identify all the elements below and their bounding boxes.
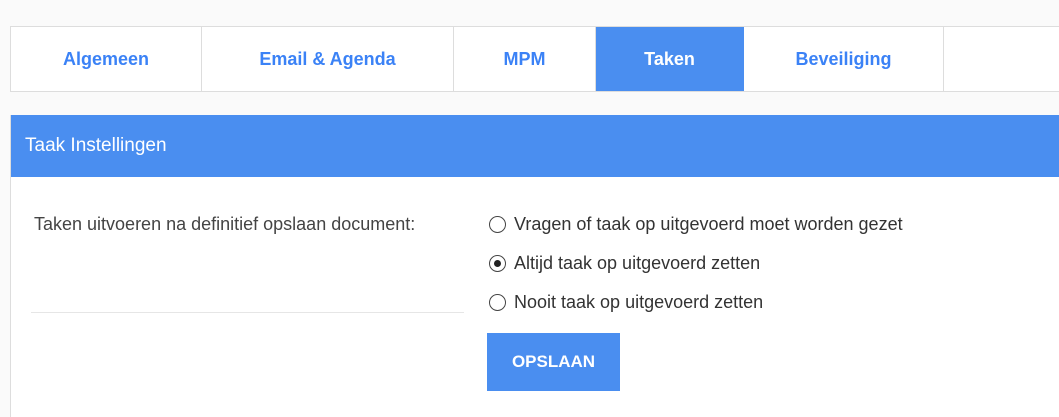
task-completion-radio-group: Vragen of taak op uitgevoerd moet worden…: [489, 205, 903, 322]
setting-label: Taken uitvoeren na definitief opslaan do…: [34, 214, 416, 234]
settings-tab-bar: Algemeen Email & Agenda MPM Taken Beveil…: [10, 26, 1059, 92]
tab-algemeen[interactable]: Algemeen: [11, 27, 202, 91]
divider: [31, 312, 464, 313]
tab-email-agenda[interactable]: Email & Agenda: [202, 27, 454, 91]
tab-mpm[interactable]: MPM: [454, 27, 596, 91]
radio-option-never[interactable]: Nooit taak op uitgevoerd zetten: [489, 283, 903, 322]
radio-option-always[interactable]: Altijd taak op uitgevoerd zetten: [489, 244, 903, 283]
radio-unchecked-icon[interactable]: [489, 216, 506, 233]
panel-title: Taak Instellingen: [11, 115, 1059, 177]
radio-unchecked-icon[interactable]: [489, 294, 506, 311]
save-button[interactable]: OPSLAAN: [487, 333, 620, 391]
radio-option-label: Vragen of taak op uitgevoerd moet worden…: [514, 214, 903, 234]
tab-taken[interactable]: Taken: [596, 27, 744, 91]
task-settings-panel: Taak Instellingen Taken uitvoeren na def…: [10, 115, 1059, 417]
radio-option-label: Nooit taak op uitgevoerd zetten: [514, 292, 764, 312]
tab-beveiliging[interactable]: Beveiliging: [744, 27, 944, 91]
radio-option-ask[interactable]: Vragen of taak op uitgevoerd moet worden…: [489, 205, 903, 244]
radio-option-label: Altijd taak op uitgevoerd zetten: [514, 253, 761, 273]
radio-checked-icon[interactable]: [489, 255, 506, 272]
